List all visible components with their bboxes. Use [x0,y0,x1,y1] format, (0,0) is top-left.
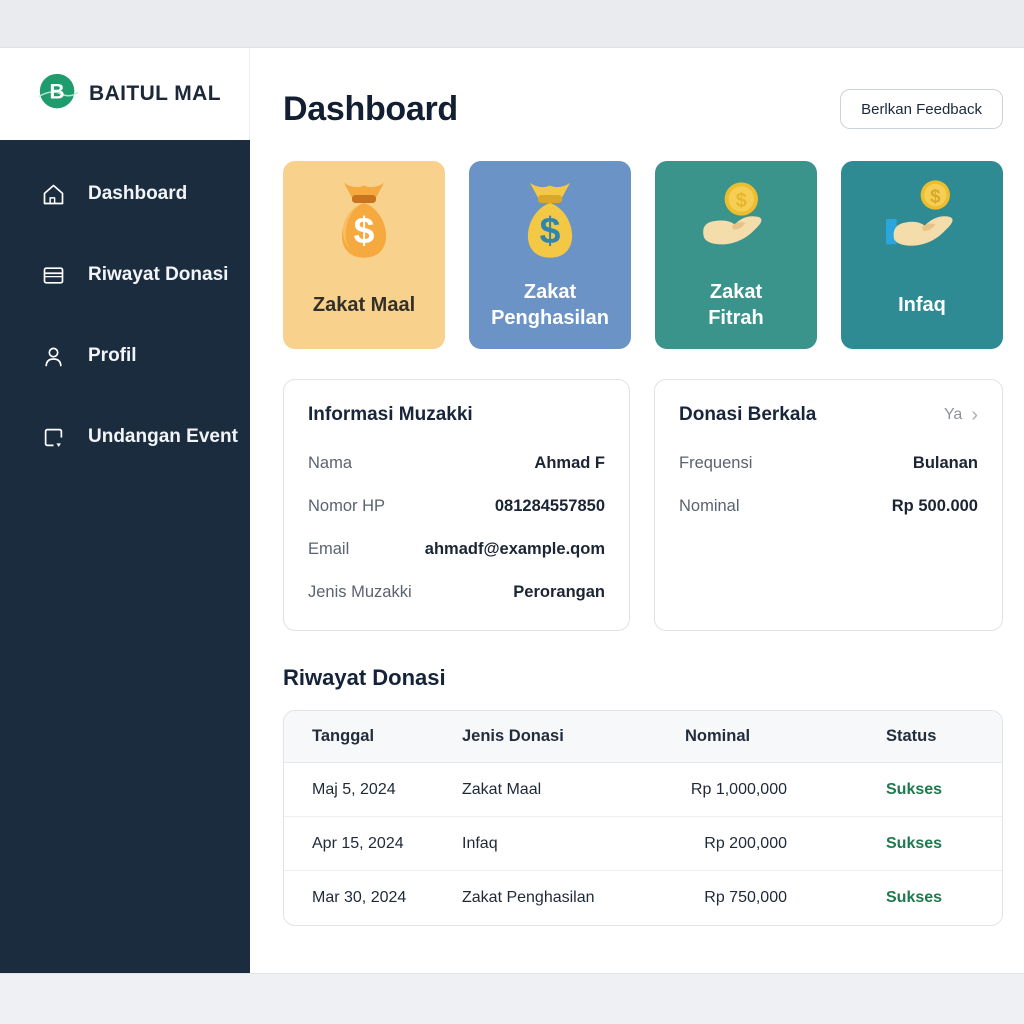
donasi-berkala-title: Donasi Berkala [679,404,816,426]
brand-name: BAITUL MAL [89,82,221,106]
field-value: Perorangan [513,583,605,602]
infaq-card[interactable]: $ Infaq [841,161,1003,349]
sidebar-item-riwayat-donasi[interactable]: Riwayat Donasi [0,251,250,299]
user-icon [40,343,67,370]
riwayat-donasi-table: Tanggal Jenis Donasi Nominal Status Maj … [283,710,1003,926]
sidebar-item-profil[interactable]: Profil [0,332,250,380]
sidebar-item-label: Profil [88,345,137,367]
field-row-jenis-muzakki: Jenis Muzakki Perorangan [308,579,605,605]
app-window: B BAITUL MAL Dashboard [0,0,1024,1024]
sidebar-item-label: Riwayat Donasi [88,264,228,286]
cell-tanggal: Apr 15, 2024 [284,835,434,853]
field-value: 081284557850 [495,497,605,516]
cell-nominal: Rp 200,000 [646,835,858,853]
list-icon [40,262,67,289]
hand-coin-dollar-icon: $ [874,175,970,271]
table-header-row: Tanggal Jenis Donasi Nominal Status [284,711,1002,763]
sidebar-item-undangan-event[interactable]: Undangan Event [0,413,250,461]
sidebar-item-label: Dashboard [88,183,187,205]
sidebar-item-dashboard[interactable]: Dashboard [0,170,250,218]
brand-area: B BAITUL MAL [0,48,250,140]
field-label: Nominal [679,497,740,516]
informasi-muzakki-title: Informasi Muzakki [308,404,473,426]
svg-text:$: $ [354,209,375,251]
field-label: Email [308,540,349,559]
riwayat-donasi-title: Riwayat Donasi [283,665,1003,691]
field-value: ahmadf@example.qom [425,540,605,559]
column-header-status: Status [858,727,1002,746]
sidebar-item-label: Undangan Event [88,426,238,448]
svg-text:$: $ [736,190,747,212]
column-header-nominal: Nominal [646,727,858,746]
column-header-tanggal: Tanggal [284,727,434,746]
top-gray-band [0,0,1024,48]
field-label: Frequensi [679,454,752,473]
field-row-email: Email ahmadf@example.qom [308,536,605,562]
cell-nominal: Rp 1,000,000 [646,781,858,799]
zakat-card-label: Zakat Penghasilan [491,271,609,349]
feedback-button[interactable]: Berlkan Feedback [840,89,1003,129]
page-title: Dashboard [283,90,458,129]
field-value: Bulanan [913,454,978,473]
brand-logo-icon: B [38,72,78,117]
svg-text:$: $ [540,209,561,251]
field-label: Nama [308,454,352,473]
bottom-gray-band [0,973,1024,1024]
informasi-muzakki-card: Informasi Muzakki Nama Ahmad F Nomor HP … [283,379,630,631]
field-row-frequensi: Frequensi Bulanan [679,450,978,476]
money-bag-icon: $ [502,175,598,271]
status-badge: Sukses [858,835,1002,853]
main-content: Dashboard Berlkan Feedback $ Zakat Maal [250,48,1024,973]
svg-text:B: B [50,80,65,103]
table-row: Mar 30, 2024 Zakat Penghasilan Rp 750,00… [284,871,1002,925]
field-label: Nomor HP [308,497,385,516]
field-row-nama: Nama Ahmad F [308,450,605,476]
field-value: Ahmad F [534,454,605,473]
zakat-card-label: Infaq [898,271,946,349]
home-icon [40,181,67,208]
money-bag-icon: $ [316,175,412,271]
event-icon [40,424,67,451]
hand-coin-icon: $ [688,175,784,271]
donasi-berkala-status: Ya [944,406,962,424]
donasi-berkala-card: Donasi Berkala Ya › Frequensi Bulanan No… [654,379,1003,631]
field-row-nominal: Nominal Rp 500.000 [679,493,978,519]
zakat-card-label: Zakat Fitrah [708,271,764,349]
status-badge: Sukses [858,781,1002,799]
table-row: Maj 5, 2024 Zakat Maal Rp 1,000,000 Suks… [284,763,1002,817]
field-label: Jenis Muzakki [308,583,412,602]
cell-jenis-donasi: Zakat Penghasilan [434,889,646,907]
sidebar-nav: Dashboard Riwayat Donasi [0,140,250,973]
cell-jenis-donasi: Infaq [434,835,646,853]
zakat-penghasilan-card[interactable]: $ Zakat Penghasilan [469,161,631,349]
status-badge: Sukses [858,889,1002,907]
sidebar: B BAITUL MAL Dashboard [0,48,250,973]
field-value: Rp 500.000 [892,497,978,516]
donasi-berkala-toggle[interactable]: Ya › [944,405,978,425]
info-card-row: Informasi Muzakki Nama Ahmad F Nomor HP … [283,379,1003,631]
zakat-card-label: Zakat Maal [313,271,415,349]
zakat-fitrah-card[interactable]: $ Zakat Fitrah [655,161,817,349]
cell-tanggal: Maj 5, 2024 [284,781,434,799]
svg-text:$: $ [930,185,941,206]
column-header-jenis-donasi: Jenis Donasi [434,727,646,746]
zakat-maal-card[interactable]: $ Zakat Maal [283,161,445,349]
cell-jenis-donasi: Zakat Maal [434,781,646,799]
cell-tanggal: Mar 30, 2024 [284,889,434,907]
zakat-card-row: $ Zakat Maal $ Zakat Penghasilan [283,161,1003,349]
table-row: Apr 15, 2024 Infaq Rp 200,000 Sukses [284,817,1002,871]
chevron-right-icon: › [971,405,978,425]
page-header: Dashboard Berlkan Feedback [283,86,1003,132]
cell-nominal: Rp 750,000 [646,889,858,907]
field-row-nomor-hp: Nomor HP 081284557850 [308,493,605,519]
